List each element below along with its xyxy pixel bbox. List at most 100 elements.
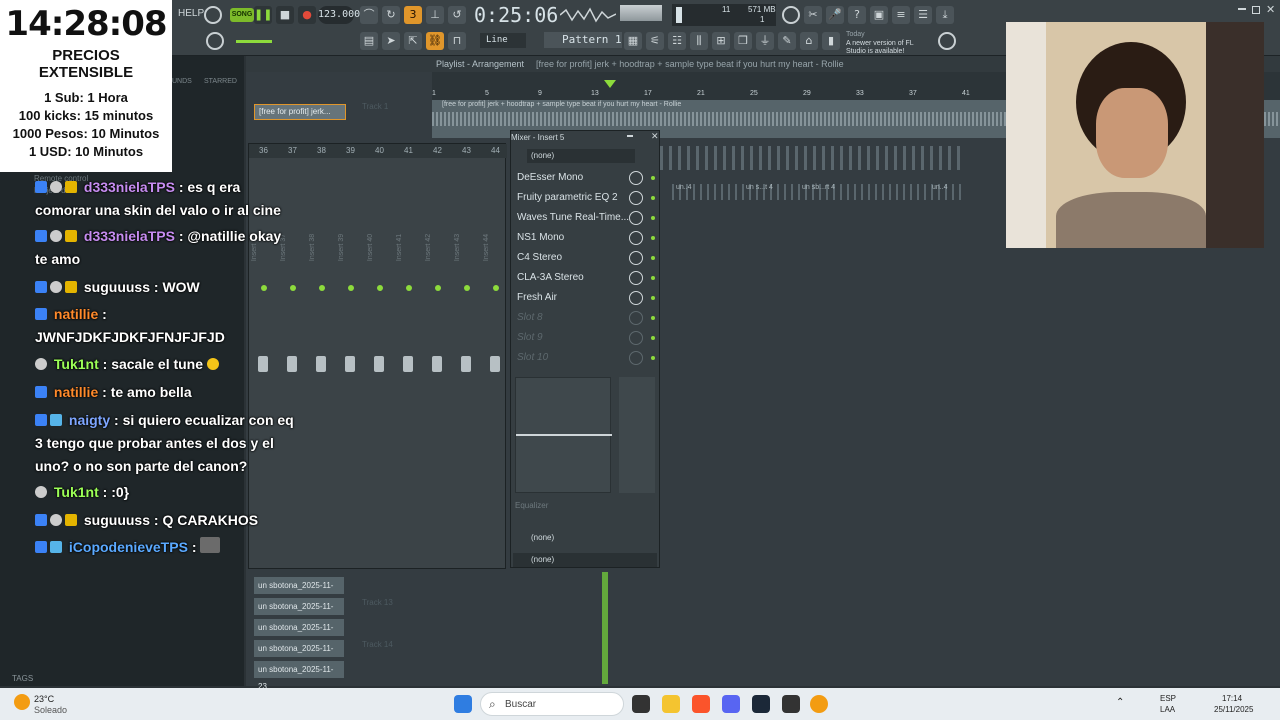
fx-slot-9[interactable]: Slot 9 bbox=[517, 329, 657, 347]
close-icon[interactable]: ✕ bbox=[1266, 3, 1275, 16]
download-icon[interactable]: ⤓ bbox=[936, 6, 954, 24]
mixer-input-select[interactable]: (none) bbox=[527, 149, 635, 163]
piano-roll-icon[interactable]: ⚟ bbox=[646, 32, 664, 50]
fx-slot-8[interactable]: Slot 8 bbox=[517, 309, 657, 327]
fx-slot-4[interactable]: NS1 Mono bbox=[517, 229, 657, 247]
browser-tab-starred[interactable]: STARRED bbox=[204, 78, 237, 85]
wait-icon[interactable]: ↻ bbox=[382, 6, 400, 24]
mixer-fader[interactable] bbox=[490, 356, 500, 372]
mixer-fader[interactable] bbox=[345, 356, 355, 372]
piano-icon[interactable]: ▤ bbox=[360, 32, 378, 50]
fx-mix-knob[interactable] bbox=[629, 231, 643, 245]
windows-start-icon[interactable] bbox=[454, 695, 472, 713]
steam-icon[interactable] bbox=[752, 695, 770, 713]
mixer-channel-name[interactable]: Insert 43 bbox=[454, 234, 461, 261]
recording-clip[interactable]: un sbotona_2025-11-23... bbox=[254, 619, 344, 649]
channel-rack-icon[interactable]: ☷ bbox=[668, 32, 686, 50]
file-explorer-icon[interactable] bbox=[662, 695, 680, 713]
fx-enable-led[interactable] bbox=[651, 356, 655, 360]
record-mode-icon[interactable] bbox=[204, 6, 222, 24]
vocal-clips[interactable] bbox=[660, 146, 966, 200]
weather-desc[interactable]: Soleado bbox=[34, 705, 67, 715]
browser-icon[interactable]: ⊞ bbox=[712, 32, 730, 50]
fx-mix-knob[interactable] bbox=[629, 311, 643, 325]
maximize-icon[interactable] bbox=[1252, 6, 1260, 14]
send-select-2[interactable]: (none) bbox=[513, 553, 657, 567]
cut-icon[interactable]: ✂ bbox=[804, 6, 822, 24]
undo-icon[interactable] bbox=[782, 6, 800, 24]
plugin-icon[interactable]: ❒ bbox=[734, 32, 752, 50]
recording-clip[interactable]: un sbotona_2025-11-23... bbox=[254, 577, 344, 607]
fx-slot-6[interactable]: CLA-3A Stereo bbox=[517, 269, 657, 287]
update-icon[interactable] bbox=[938, 32, 956, 50]
help-icon[interactable]: ? bbox=[848, 6, 866, 24]
recording-clip[interactable]: un sbotona_2025-11-23... bbox=[254, 640, 344, 670]
fx-mix-knob[interactable] bbox=[629, 171, 643, 185]
mixer-channel-name[interactable]: Insert 44 bbox=[483, 234, 490, 261]
playlist-icon[interactable]: ▦ bbox=[624, 32, 642, 50]
fx-mix-knob[interactable] bbox=[629, 331, 643, 345]
mixer-fader[interactable] bbox=[316, 356, 326, 372]
obs-icon[interactable] bbox=[782, 695, 800, 713]
mixer-channel-led[interactable] bbox=[319, 285, 325, 291]
mixer-channel-name[interactable]: Insert 40 bbox=[367, 234, 374, 261]
pattern-clip[interactable]: [free for profit] jerk... bbox=[254, 104, 346, 120]
mixer-channel-led[interactable] bbox=[493, 285, 499, 291]
mixer-channel-name[interactable]: Insert 41 bbox=[396, 234, 403, 261]
brave-icon[interactable] bbox=[692, 695, 710, 713]
taskbar-clock[interactable]: 17:14 bbox=[1222, 694, 1242, 703]
mixer-fader[interactable] bbox=[461, 356, 471, 372]
weather-temp[interactable]: 23°C bbox=[34, 694, 54, 704]
fx-enable-led[interactable] bbox=[651, 196, 655, 200]
record-icon[interactable]: ● bbox=[298, 6, 316, 24]
fx-enable-led[interactable] bbox=[651, 316, 655, 320]
tempo-display[interactable]: 123.000 bbox=[318, 6, 360, 24]
plug-icon[interactable]: ⏚ bbox=[756, 32, 774, 50]
mixer-channel-name[interactable]: Insert 39 bbox=[338, 234, 345, 261]
fl-studio-icon[interactable] bbox=[810, 695, 828, 713]
fx-slot-3[interactable]: Waves Tune Real-Time... bbox=[517, 209, 657, 227]
fx-mix-knob[interactable] bbox=[629, 271, 643, 285]
mixer-channel-led[interactable] bbox=[377, 285, 383, 291]
fx-enable-led[interactable] bbox=[651, 236, 655, 240]
metronome-icon[interactable]: ⌒ bbox=[360, 6, 378, 24]
fx-slot-1[interactable]: DeEsser Mono bbox=[517, 169, 657, 187]
step-edit-icon[interactable]: 3 bbox=[404, 6, 422, 24]
stamp-icon[interactable]: ⊓ bbox=[448, 32, 466, 50]
fx-mix-knob[interactable] bbox=[629, 211, 643, 225]
eq-faders[interactable] bbox=[619, 377, 655, 493]
mixer-channel-name[interactable]: Insert 42 bbox=[425, 234, 432, 261]
mixer-channel-led[interactable] bbox=[435, 285, 441, 291]
tempo-tap-icon[interactable]: ⌂ bbox=[800, 32, 818, 50]
fx-enable-led[interactable] bbox=[651, 336, 655, 340]
fx-slot-2[interactable]: Fruity parametric EQ 2 bbox=[517, 189, 657, 207]
fx-mix-knob[interactable] bbox=[629, 291, 643, 305]
news-text[interactable]: A newer version of FL Studio is availabl… bbox=[846, 40, 934, 56]
mixer-fader[interactable] bbox=[374, 356, 384, 372]
fx-enable-led[interactable] bbox=[651, 276, 655, 280]
recording-clip[interactable]: un sbotona_2025-11-23... bbox=[254, 661, 344, 691]
taskbar-search[interactable]: ⌕ Buscar bbox=[480, 692, 624, 716]
tray-chevron-icon[interactable]: ⌃ bbox=[1116, 697, 1124, 708]
pointer-icon[interactable]: ⇱ bbox=[404, 32, 422, 50]
link-icon[interactable]: ⛓ bbox=[426, 32, 444, 50]
time-display[interactable]: 0:25:06 bbox=[474, 3, 558, 27]
task-view-icon[interactable] bbox=[632, 695, 650, 713]
mixer-fader[interactable] bbox=[432, 356, 442, 372]
minimize-icon[interactable] bbox=[1238, 8, 1246, 10]
language-layout[interactable]: LAA bbox=[1160, 705, 1175, 714]
mixer-channel-led[interactable] bbox=[406, 285, 412, 291]
discord-icon[interactable] bbox=[722, 695, 740, 713]
song-mode-toggle[interactable]: SONG bbox=[230, 8, 254, 22]
fx-enable-led[interactable] bbox=[651, 296, 655, 300]
pause-icon[interactable]: ❚❚ bbox=[254, 6, 272, 24]
microphone-icon[interactable]: 🎤 bbox=[826, 6, 844, 24]
pattern-selector[interactable]: Pattern 1 bbox=[544, 32, 622, 48]
fx-slot-7[interactable]: Fresh Air bbox=[517, 289, 657, 307]
stop-icon[interactable]: ■ bbox=[276, 6, 294, 24]
browser-tab-sounds[interactable]: UNDS bbox=[172, 78, 192, 85]
eq-graph[interactable] bbox=[515, 377, 612, 493]
playhead[interactable] bbox=[602, 572, 608, 684]
mixer-channel-name[interactable]: Insert 38 bbox=[309, 234, 316, 261]
blend-icon[interactable]: ⊥ bbox=[426, 6, 444, 24]
